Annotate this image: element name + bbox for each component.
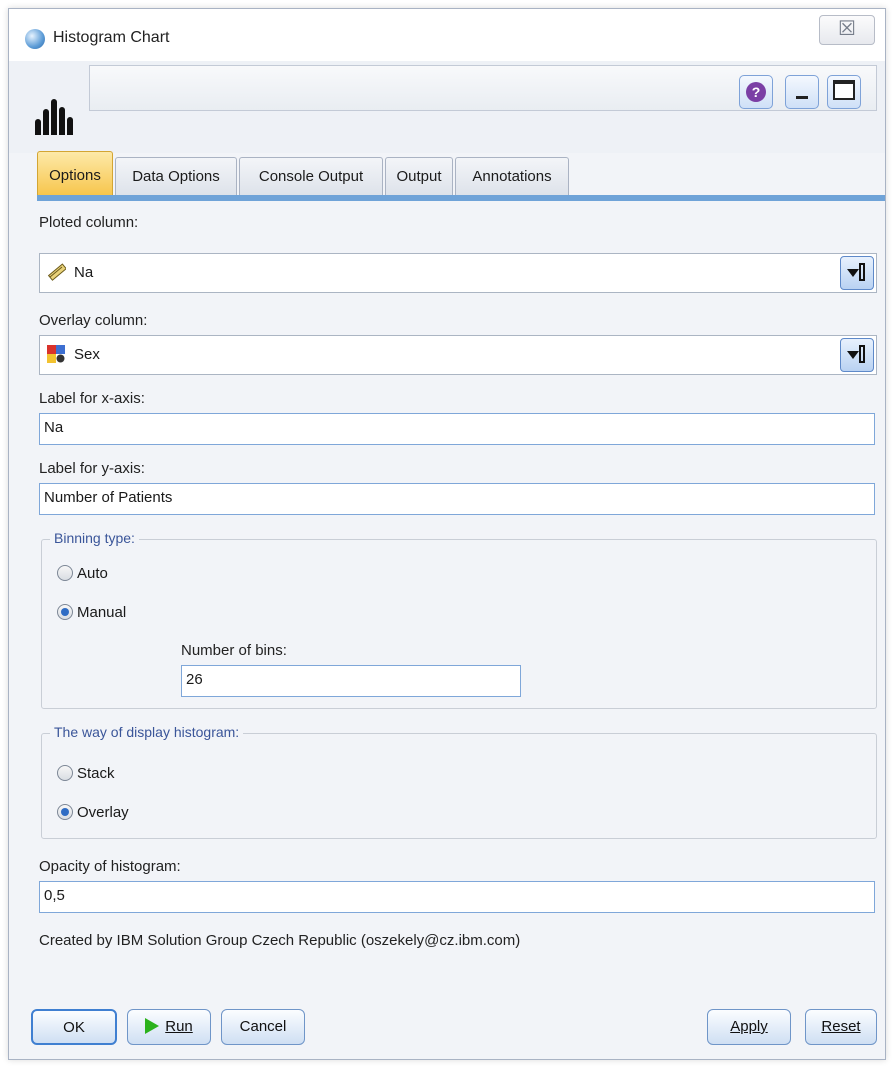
tab-options[interactable]: Options bbox=[37, 151, 113, 196]
tab-output[interactable]: Output bbox=[385, 157, 453, 196]
plotted-column-label: Ploted column: bbox=[39, 214, 139, 231]
display-stack-radio[interactable] bbox=[57, 765, 73, 781]
tab-data-options[interactable]: Data Options bbox=[115, 157, 237, 196]
display-stack-label: Stack bbox=[77, 765, 115, 782]
overlay-column-label: Overlay column: bbox=[39, 312, 148, 329]
y-axis-label-input[interactable]: Number of Patients bbox=[39, 483, 875, 515]
tab-underline bbox=[37, 195, 885, 201]
run-button[interactable]: Run bbox=[127, 1009, 211, 1045]
maximize-icon bbox=[833, 80, 855, 100]
maximize-button[interactable] bbox=[827, 75, 861, 109]
display-overlay-radio[interactable] bbox=[57, 804, 73, 820]
x-axis-label-caption: Label for x-axis: bbox=[39, 390, 145, 407]
histogram-icon bbox=[35, 95, 79, 135]
overlay-column-select[interactable]: Sex bbox=[39, 335, 877, 375]
overlay-column-dropdown-button[interactable] bbox=[840, 338, 874, 372]
display-mode-group: The way of display histogram: bbox=[41, 724, 877, 839]
tab-console-output[interactable]: Console Output bbox=[239, 157, 383, 196]
run-button-label: Run bbox=[165, 1018, 193, 1035]
close-button[interactable]: ☒ bbox=[819, 15, 875, 45]
play-icon bbox=[145, 1018, 160, 1034]
minimize-icon bbox=[796, 96, 808, 99]
x-axis-label-input[interactable]: Na bbox=[39, 413, 875, 445]
number-of-bins-input[interactable]: 26 bbox=[181, 665, 521, 697]
binning-auto-radio[interactable] bbox=[57, 565, 73, 581]
window-title: Histogram Chart bbox=[53, 29, 170, 46]
number-of-bins-label: Number of bins: bbox=[181, 642, 287, 659]
ruler-icon bbox=[47, 263, 66, 281]
credit-text: Created by IBM Solution Group Czech Repu… bbox=[39, 932, 521, 949]
plotted-column-dropdown-button[interactable] bbox=[840, 256, 874, 290]
cancel-button[interactable]: Cancel bbox=[221, 1009, 305, 1045]
app-icon bbox=[25, 29, 45, 49]
help-button[interactable]: ? bbox=[739, 75, 773, 109]
apply-button[interactable]: Apply bbox=[707, 1009, 791, 1045]
reset-button[interactable]: Reset bbox=[805, 1009, 877, 1045]
title-bar[interactable]: Histogram Chart ☒ bbox=[9, 9, 885, 61]
plotted-column-value: Na bbox=[74, 264, 94, 281]
display-overlay-label: Overlay bbox=[77, 804, 129, 821]
binning-auto-option[interactable]: Auto bbox=[57, 565, 108, 582]
display-mode-legend: The way of display histogram: bbox=[50, 724, 244, 740]
tab-annotations[interactable]: Annotations bbox=[455, 157, 569, 196]
binning-auto-label: Auto bbox=[77, 565, 108, 582]
histogram-chart-dialog: Histogram Chart ☒ ? Options Data Options… bbox=[8, 8, 886, 1060]
minimize-button[interactable] bbox=[785, 75, 819, 109]
help-icon: ? bbox=[746, 82, 766, 102]
opacity-label: Opacity of histogram: bbox=[39, 858, 181, 875]
y-axis-label-caption: Label for y-axis: bbox=[39, 460, 145, 477]
overlay-column-value: Sex bbox=[74, 346, 100, 363]
plotted-column-select[interactable]: Na bbox=[39, 253, 877, 293]
nominal-field-icon bbox=[47, 345, 65, 363]
display-stack-option[interactable]: Stack bbox=[57, 765, 115, 782]
ok-button[interactable]: OK bbox=[31, 1009, 117, 1045]
binning-manual-option[interactable]: Manual bbox=[57, 604, 126, 621]
binning-manual-label: Manual bbox=[77, 604, 127, 621]
binning-type-legend: Binning type: bbox=[50, 530, 139, 546]
display-overlay-option[interactable]: Overlay bbox=[57, 804, 129, 821]
binning-manual-radio[interactable] bbox=[57, 604, 73, 620]
opacity-input[interactable]: 0,5 bbox=[39, 881, 875, 913]
